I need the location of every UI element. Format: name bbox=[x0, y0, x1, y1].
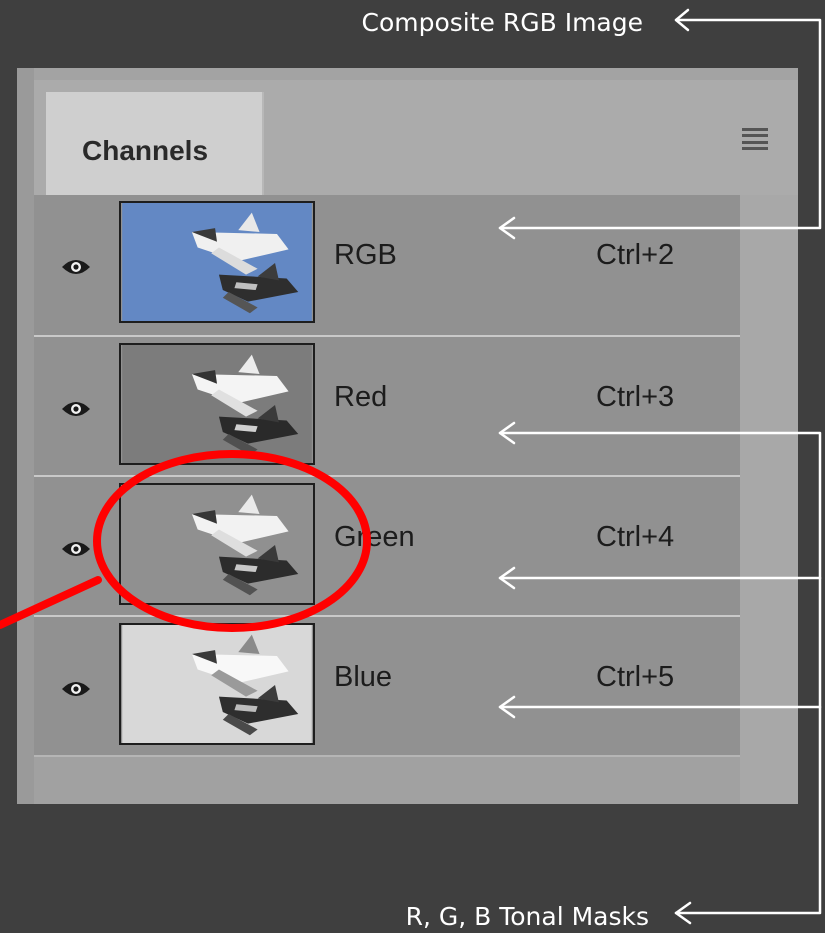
channel-thumbnail-red bbox=[119, 343, 315, 465]
channel-name-blue: Blue bbox=[334, 661, 393, 693]
eye-icon[interactable] bbox=[61, 399, 91, 419]
eye-icon[interactable] bbox=[61, 257, 91, 277]
channel-name-green: Green bbox=[334, 521, 415, 553]
channel-shortcut-green: Ctrl+4 bbox=[596, 521, 675, 553]
channel-list: RGB Ctrl+2 Red Ctrl+3 Green Ctrl+4 Blue … bbox=[34, 195, 740, 755]
scrollbar[interactable] bbox=[740, 195, 798, 804]
channel-thumbnail-rgb bbox=[119, 201, 315, 323]
channel-shortcut-rgb: Ctrl+2 bbox=[596, 239, 675, 271]
tab-strip: Channels bbox=[34, 80, 798, 210]
channel-row-blue[interactable]: Blue Ctrl+5 bbox=[34, 615, 740, 755]
jet-image-thumbnail bbox=[122, 345, 312, 463]
eye-icon[interactable] bbox=[61, 539, 91, 559]
channel-name-rgb: RGB bbox=[334, 239, 397, 271]
arrow-head-bottom-label bbox=[674, 901, 692, 925]
channel-row-rgb[interactable]: RGB Ctrl+2 bbox=[34, 195, 740, 335]
tab-channels[interactable]: Channels bbox=[46, 92, 264, 210]
channel-row-green[interactable]: Green Ctrl+4 bbox=[34, 475, 740, 615]
panel-footer bbox=[34, 755, 740, 804]
channel-name-red: Red bbox=[334, 381, 388, 413]
panel-left-edge bbox=[17, 68, 34, 804]
jet-image-thumbnail bbox=[122, 203, 312, 321]
channel-shortcut-red: Ctrl+3 bbox=[596, 381, 675, 413]
annotation-label-composite: Composite RGB Image bbox=[361, 8, 643, 37]
jet-image-thumbnail bbox=[122, 485, 312, 603]
hamburger-menu-icon[interactable] bbox=[742, 128, 768, 150]
jet-image-thumbnail bbox=[122, 625, 312, 743]
channel-shortcut-blue: Ctrl+5 bbox=[596, 661, 675, 693]
channels-panel: Channels RGB Ctrl+2 Red Ctrl+3 Green Ctr… bbox=[17, 68, 798, 804]
channel-thumbnail-blue bbox=[119, 623, 315, 745]
channel-row-red[interactable]: Red Ctrl+3 bbox=[34, 335, 740, 475]
annotation-label-tonal-masks: R, G, B Tonal Masks bbox=[405, 902, 649, 931]
channel-thumbnail-green bbox=[119, 483, 315, 605]
arrow-head-top-label bbox=[674, 8, 690, 32]
eye-icon[interactable] bbox=[61, 679, 91, 699]
